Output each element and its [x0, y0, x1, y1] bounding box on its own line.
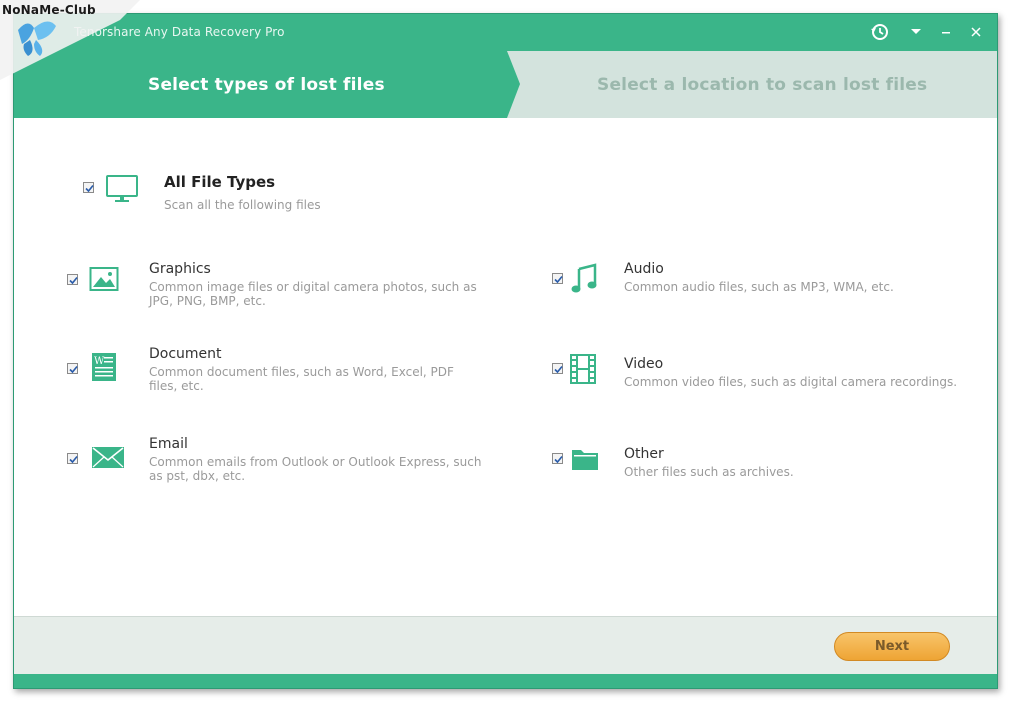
image-icon — [89, 265, 119, 297]
video-title: Video — [624, 356, 664, 372]
monitor-icon — [105, 174, 139, 208]
history-icon[interactable] — [867, 20, 893, 44]
all-file-types-description: Scan all the following files — [164, 198, 321, 212]
document-checkbox[interactable] — [67, 363, 78, 374]
graphics-desc-line2: JPG, PNG, BMP, etc. — [149, 294, 266, 308]
graphics-desc-line1: Common image files or digital camera pho… — [149, 280, 477, 294]
email-desc-line2: as pst, dbx, etc. — [149, 469, 246, 483]
email-title: Email — [149, 436, 188, 452]
audio-desc-line1: Common audio files, such as MP3, WMA, et… — [624, 280, 894, 294]
audio-title: Audio — [624, 261, 664, 277]
step-select-types: Select types of lost files — [14, 51, 520, 118]
video-checkbox[interactable] — [552, 363, 563, 374]
document-icon: W — [91, 352, 117, 386]
audio-checkbox[interactable] — [552, 273, 563, 284]
video-desc-line1: Common video files, such as digital came… — [624, 375, 958, 389]
other-title: Other — [624, 446, 664, 462]
step-select-types-label: Select types of lost files — [148, 75, 385, 95]
file-types-panel: All File Types Scan all the following fi… — [14, 118, 997, 616]
film-icon — [570, 354, 596, 388]
all-file-types-checkbox[interactable] — [83, 182, 94, 193]
other-desc-line1: Other files such as archives. — [624, 465, 794, 479]
next-button[interactable]: Next — [834, 632, 950, 661]
document-desc-line1: Common document files, such as Word, Exc… — [149, 365, 454, 379]
app-window: Tenorshare Any Data Recovery Pro Select … — [13, 13, 998, 689]
title-bar: Tenorshare Any Data Recovery Pro — [14, 14, 997, 51]
wizard-steps: Select types of lost files Select a loca… — [14, 51, 997, 118]
email-desc-line1: Common emails from Outlook or Outlook Ex… — [149, 455, 482, 469]
svg-text:W: W — [94, 356, 105, 367]
graphics-checkbox[interactable] — [67, 274, 78, 285]
all-file-types-title: All File Types — [164, 173, 276, 191]
email-icon — [91, 445, 125, 475]
app-title: Tenorshare Any Data Recovery Pro — [74, 25, 285, 39]
other-checkbox[interactable] — [552, 453, 563, 464]
graphics-title: Graphics — [149, 261, 211, 277]
music-note-icon — [570, 263, 598, 299]
step-select-location-label: Select a location to scan lost files — [597, 75, 928, 95]
footer-bar: Next — [14, 616, 997, 674]
email-checkbox[interactable] — [67, 453, 78, 464]
close-icon[interactable] — [963, 20, 989, 44]
document-title: Document — [149, 346, 222, 362]
minimize-icon[interactable] — [933, 20, 959, 44]
folder-icon — [571, 446, 599, 476]
bottom-strip — [14, 674, 997, 688]
document-desc-line2: files, etc. — [149, 379, 204, 393]
dropdown-icon[interactable] — [903, 20, 929, 44]
